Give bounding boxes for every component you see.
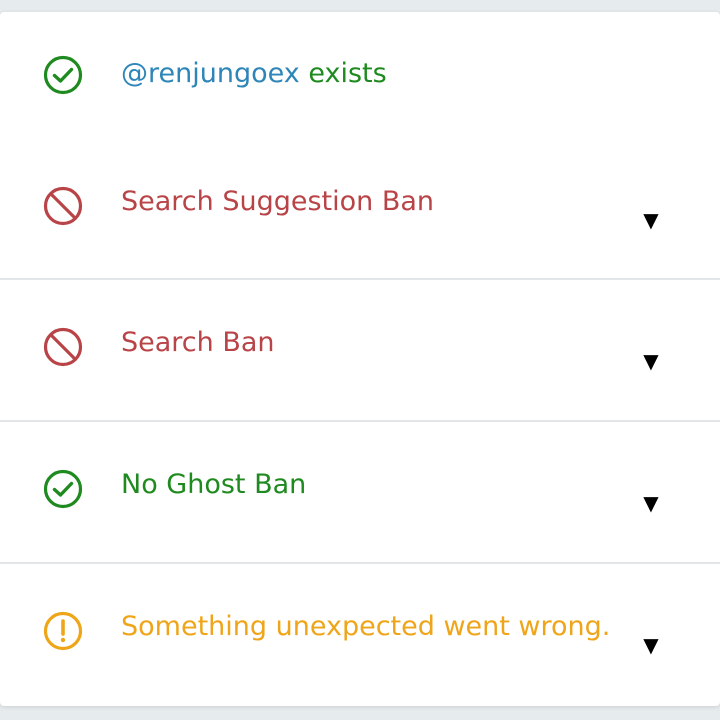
- account-status-word: exists: [308, 58, 387, 89]
- check-row-ghost-ban[interactable]: No Ghost Ban ▼: [0, 422, 720, 562]
- check-row-search-suggestion-ban[interactable]: Search Suggestion Ban ▼: [0, 140, 720, 278]
- results-card: @renjungoex exists Search Suggestion Ban…: [0, 12, 720, 706]
- check-label: Something unexpected went wrong.: [121, 611, 611, 642]
- ban-icon: [42, 185, 84, 227]
- check-circle-icon: [42, 468, 84, 510]
- check-label: Search Ban: [121, 327, 275, 358]
- chevron-down-icon[interactable]: ▼: [640, 492, 662, 514]
- chevron-down-icon[interactable]: ▼: [640, 209, 662, 231]
- check-row-reply-deboosting[interactable]: Something unexpected went wrong. ▼: [0, 564, 720, 706]
- account-status-row: @renjungoex exists: [0, 12, 720, 140]
- check-label: Search Suggestion Ban: [121, 186, 435, 217]
- account-handle[interactable]: @renjungoex: [121, 58, 300, 89]
- chevron-down-icon[interactable]: ▼: [640, 350, 662, 372]
- check-row-search-ban[interactable]: Search Ban ▼: [0, 280, 720, 420]
- ban-icon: [42, 326, 84, 368]
- warning-circle-icon: [42, 610, 84, 652]
- chevron-down-icon[interactable]: ▼: [640, 634, 662, 656]
- check-circle-icon: [42, 54, 84, 96]
- check-label: No Ghost Ban: [121, 469, 307, 500]
- account-status-text: @renjungoex exists: [121, 57, 387, 91]
